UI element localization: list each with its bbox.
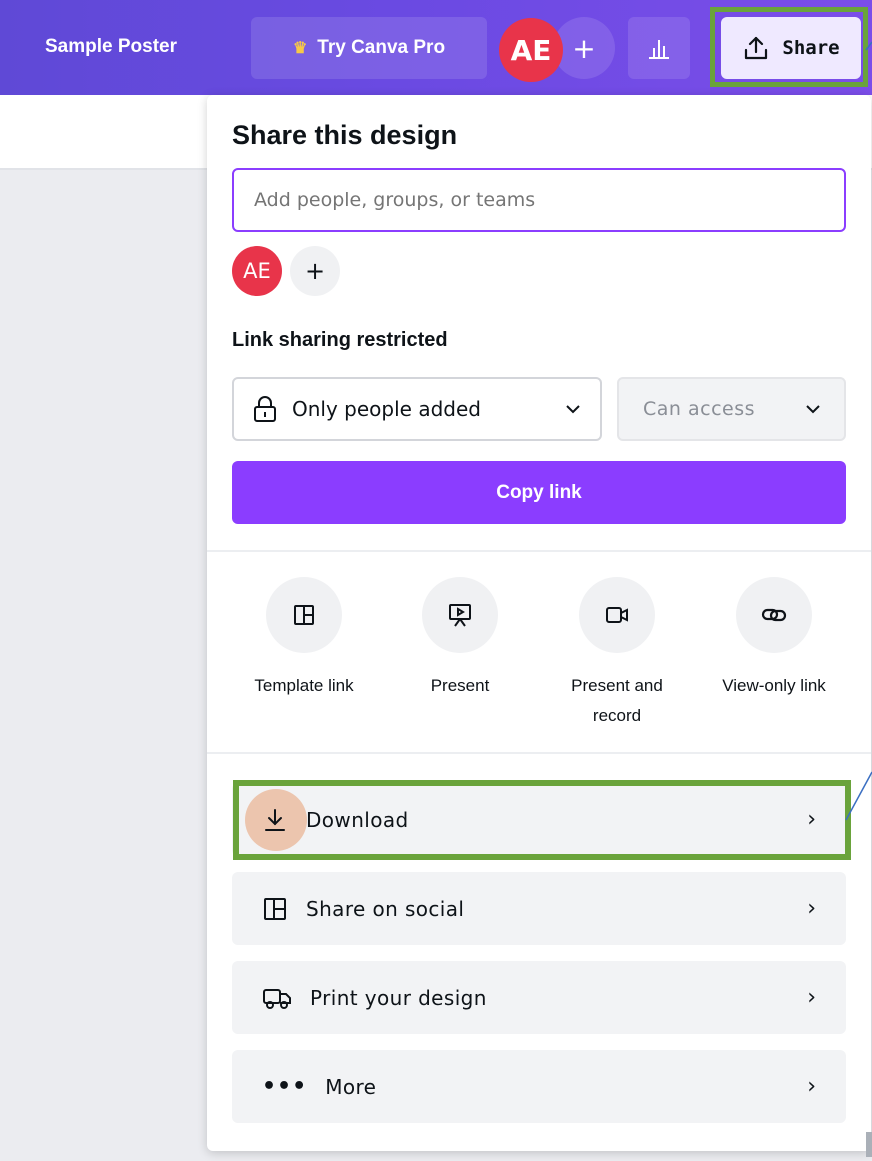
scrollbar[interactable]	[866, 1132, 872, 1157]
permission-select[interactable]: Can access	[617, 377, 846, 441]
chevron-down-icon	[806, 405, 820, 414]
section-divider	[207, 752, 871, 754]
link-access-select[interactable]: Only people added	[232, 377, 602, 441]
quick-action-label: View-only link	[722, 676, 826, 695]
quick-action-label: Present and record	[571, 676, 663, 725]
record-icon	[579, 577, 655, 653]
share-on-social-label: Share on social	[306, 896, 465, 921]
truck-icon	[263, 988, 291, 1009]
link-sharing-heading: Link sharing restricted	[232, 329, 448, 351]
quick-action-label: Template link	[254, 676, 354, 695]
permission-value: Can access	[643, 398, 756, 420]
lock-icon	[254, 396, 276, 422]
quick-action-label: Present	[430, 676, 490, 695]
quick-action-view-only-link[interactable]: View-only link	[699, 577, 849, 701]
social-icon	[264, 897, 286, 920]
chevron-right-icon: ›	[807, 896, 816, 921]
copy-link-button[interactable]: Copy link	[232, 461, 846, 524]
add-people-input[interactable]	[232, 168, 846, 232]
link-access-value: Only people added	[292, 397, 481, 421]
chevron-right-icon: ›	[807, 985, 816, 1010]
section-divider	[207, 550, 871, 552]
quick-action-present[interactable]: Present	[385, 577, 535, 701]
share-highlight-box	[710, 7, 868, 87]
print-design-label: Print your design	[310, 985, 487, 1010]
more-icon: •••	[262, 1074, 308, 1099]
download-highlight-box	[233, 780, 851, 860]
more-option[interactable]: ••• More ›	[232, 1050, 846, 1123]
chevron-right-icon: ›	[807, 1074, 816, 1099]
collaborator-avatar[interactable]: AE	[232, 246, 282, 296]
avatar[interactable]: AE	[499, 18, 563, 82]
design-title[interactable]: Sample Poster	[45, 36, 177, 58]
download-icon	[265, 808, 285, 831]
template-icon	[266, 577, 342, 653]
bar-chart-icon	[649, 40, 669, 59]
try-canva-pro-label: Try Canva Pro	[317, 37, 446, 58]
share-on-social-option[interactable]: Share on social ›	[232, 872, 846, 945]
insights-button[interactable]	[628, 17, 690, 79]
panel-title: Share this design	[232, 120, 458, 150]
crown-icon: ♛	[292, 40, 308, 57]
add-person-button[interactable]: +	[290, 246, 340, 296]
print-design-option[interactable]: Print your design ›	[232, 961, 846, 1034]
quick-action-template-link[interactable]: Template link	[229, 577, 379, 701]
plus-icon: +	[304, 257, 326, 285]
chevron-down-icon	[566, 405, 580, 414]
present-icon	[422, 577, 498, 653]
try-canva-pro-button[interactable]: ♛ Try Canva Pro	[251, 17, 487, 79]
quick-action-present-record[interactable]: Present and record	[542, 577, 692, 731]
link-icon	[736, 577, 812, 653]
plus-icon: +	[572, 31, 596, 65]
more-label: More	[325, 1074, 377, 1099]
